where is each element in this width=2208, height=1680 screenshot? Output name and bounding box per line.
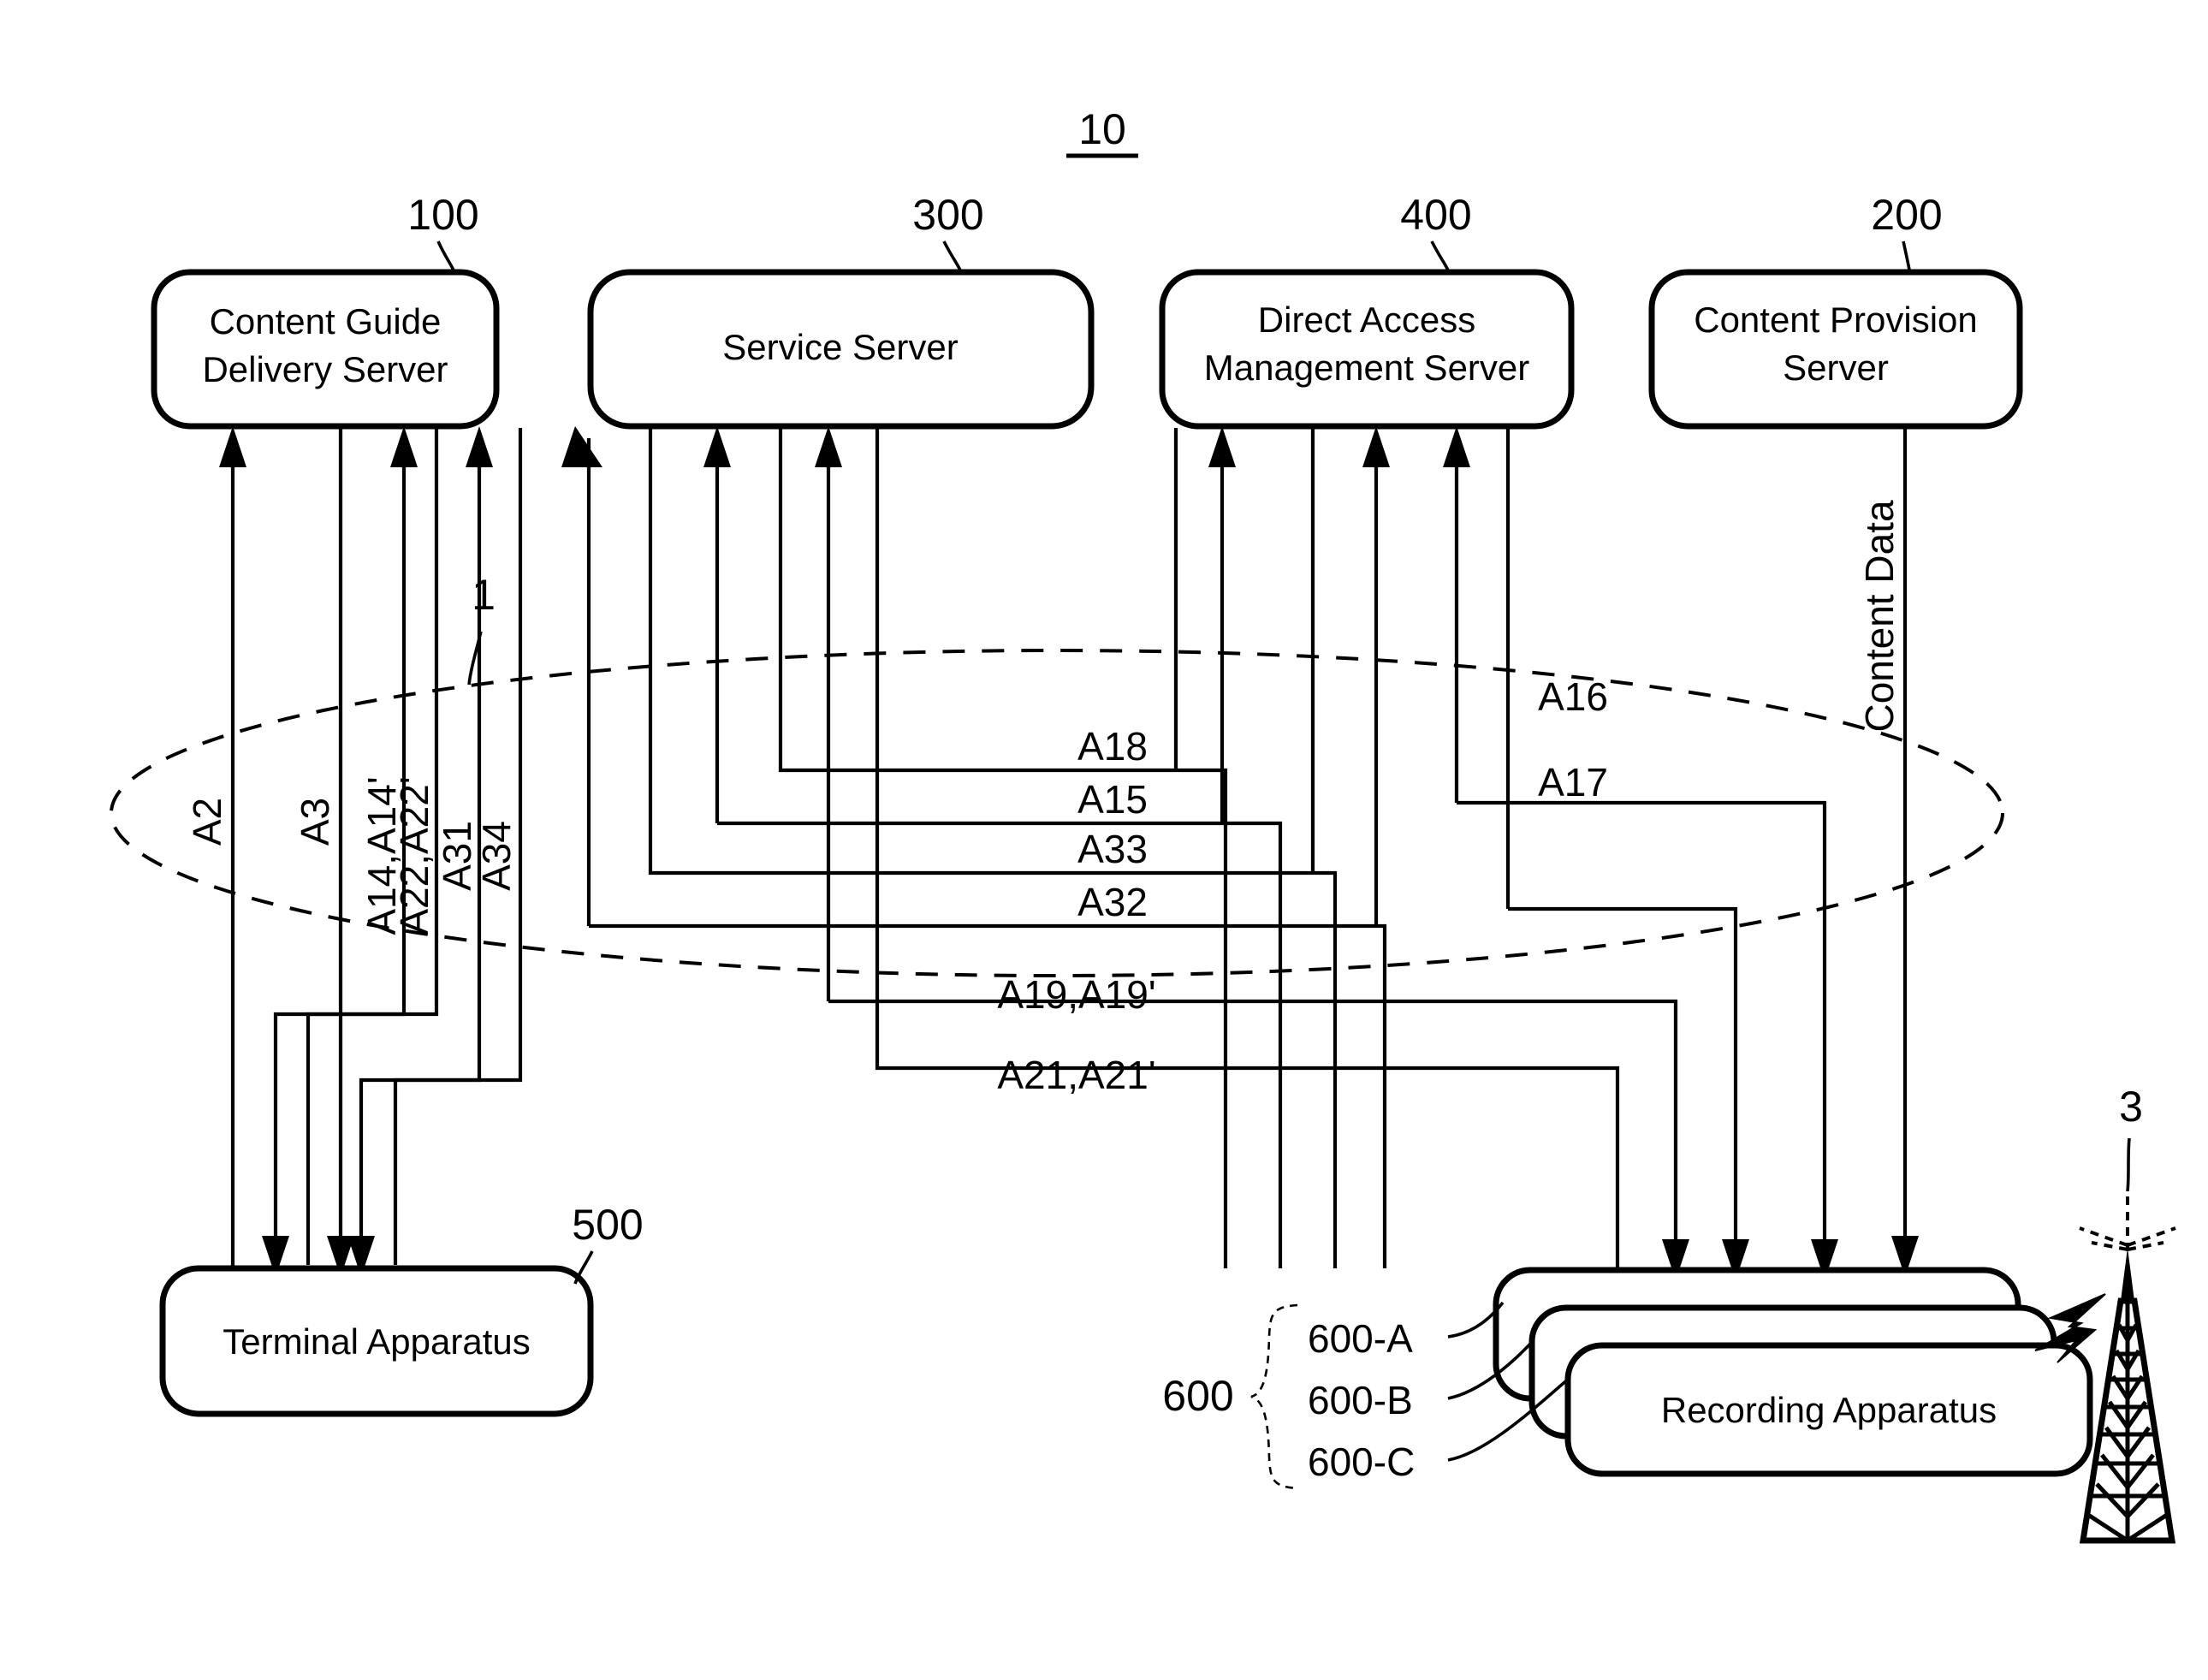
node-label-cps-line-1: Content Provision — [1694, 300, 1978, 340]
ref-600-group: 600 — [1162, 1372, 1233, 1420]
node-label-line-2: Delivery Server — [202, 349, 448, 389]
node-recording-apparatus-stack[interactable]: Recording Apparatus — [1493, 1267, 2093, 1477]
ref-100: 100 — [407, 191, 478, 239]
connector-a18 — [778, 428, 1228, 1268]
label-600-c: 600-C — [1308, 1440, 1415, 1484]
leader-300 — [942, 240, 964, 275]
tower-tip — [2121, 1248, 2134, 1301]
leader-100 — [436, 240, 457, 275]
node-label-cps-line-2: Server — [1783, 347, 1889, 388]
node-label-service-server: Service Server — [722, 327, 958, 367]
signal-label-a16: A16 — [1538, 674, 1608, 719]
signal-label-a33: A33 — [1077, 827, 1148, 871]
node-label-line-1: Content Guide — [210, 301, 442, 341]
ref-400: 400 — [1400, 191, 1471, 239]
signal-label-a21: A21,A21' — [997, 1053, 1155, 1097]
antenna-whisker-right — [2127, 1226, 2176, 1247]
leader-broadcast — [2126, 1137, 2131, 1192]
ref-500: 500 — [572, 1201, 643, 1249]
signal-label-a22: A22,A22' — [392, 776, 436, 935]
network-cloud-label: 1 — [472, 571, 496, 619]
signal-label-a17: A17 — [1538, 760, 1608, 804]
leader-200 — [1902, 240, 1912, 275]
signal-label-a19: A19,A19' — [997, 972, 1155, 1017]
ref-300: 300 — [912, 191, 983, 239]
signal-label-a34: A34 — [474, 821, 519, 891]
signal-label-a15: A15 — [1077, 777, 1148, 822]
leader-400 — [1430, 240, 1451, 275]
signal-label-a31: A31 — [435, 821, 479, 891]
node-content-provision-server[interactable]: Content Provision Server — [1648, 269, 2023, 430]
arrowhead-a15 — [703, 426, 731, 467]
node-direct-access-management-server[interactable]: Direct Access Management Server — [1159, 269, 1575, 430]
brace-600-group — [1250, 1303, 1298, 1490]
node-label-recording-apparatus: Recording Apparatus — [1661, 1390, 1997, 1430]
connector-a32-route — [589, 923, 1387, 1268]
connector-a15-route — [717, 821, 1283, 1268]
ref-200: 200 — [1871, 191, 1942, 239]
connector-a33 — [648, 428, 1338, 1268]
arrowhead-a2 — [219, 426, 246, 467]
arrowhead-dams-a15 — [1208, 426, 1236, 467]
connector-a22-route — [306, 984, 439, 1265]
connector-a19-route — [828, 999, 1678, 1268]
label-600-b: 600-B — [1308, 1378, 1413, 1422]
broadcast-label: 3 — [2119, 1083, 2143, 1131]
signal-label-a18: A18 — [1077, 724, 1148, 769]
connector-a17-route — [1508, 906, 1738, 1268]
antenna-whisker-left — [2079, 1226, 2128, 1247]
arrowhead-dams-a32 — [1362, 426, 1390, 467]
patent-diagram-svg: Content Guide Delivery Server 100 Servic… — [110, 105, 2176, 1544]
node-label-terminal-apparatus: Terminal Apparatus — [223, 1321, 531, 1362]
signal-label-a2: A2 — [185, 798, 229, 846]
arrowhead-a31 — [466, 426, 493, 467]
figure-canvas: Content Guide Delivery Server 100 Servic… — [0, 0, 2208, 1680]
signal-label-content-data: Content Data — [1857, 500, 1902, 732]
arrowhead-a32 — [561, 426, 602, 467]
arrowhead-dams-a16 — [1443, 426, 1470, 467]
node-label-dams-line-2: Management Server — [1204, 347, 1530, 388]
arrowhead-a14 — [390, 426, 418, 467]
signal-label-a3: A3 — [293, 798, 337, 846]
node-content-guide-delivery-server[interactable]: Content Guide Delivery Server — [151, 269, 500, 430]
signal-label-a32: A32 — [1077, 880, 1148, 924]
connector-a34-route — [393, 1048, 523, 1265]
label-600-a: 600-A — [1308, 1316, 1413, 1361]
connector-a16-route — [1457, 800, 1827, 1268]
node-label-dams-line-1: Direct Access — [1258, 300, 1475, 340]
node-terminal-apparatus[interactable]: Terminal Apparatus — [159, 1265, 594, 1417]
figure-id-label: 10 — [1078, 105, 1126, 153]
arrowhead-a19 — [815, 426, 842, 467]
node-service-server[interactable]: Service Server — [587, 269, 1095, 430]
